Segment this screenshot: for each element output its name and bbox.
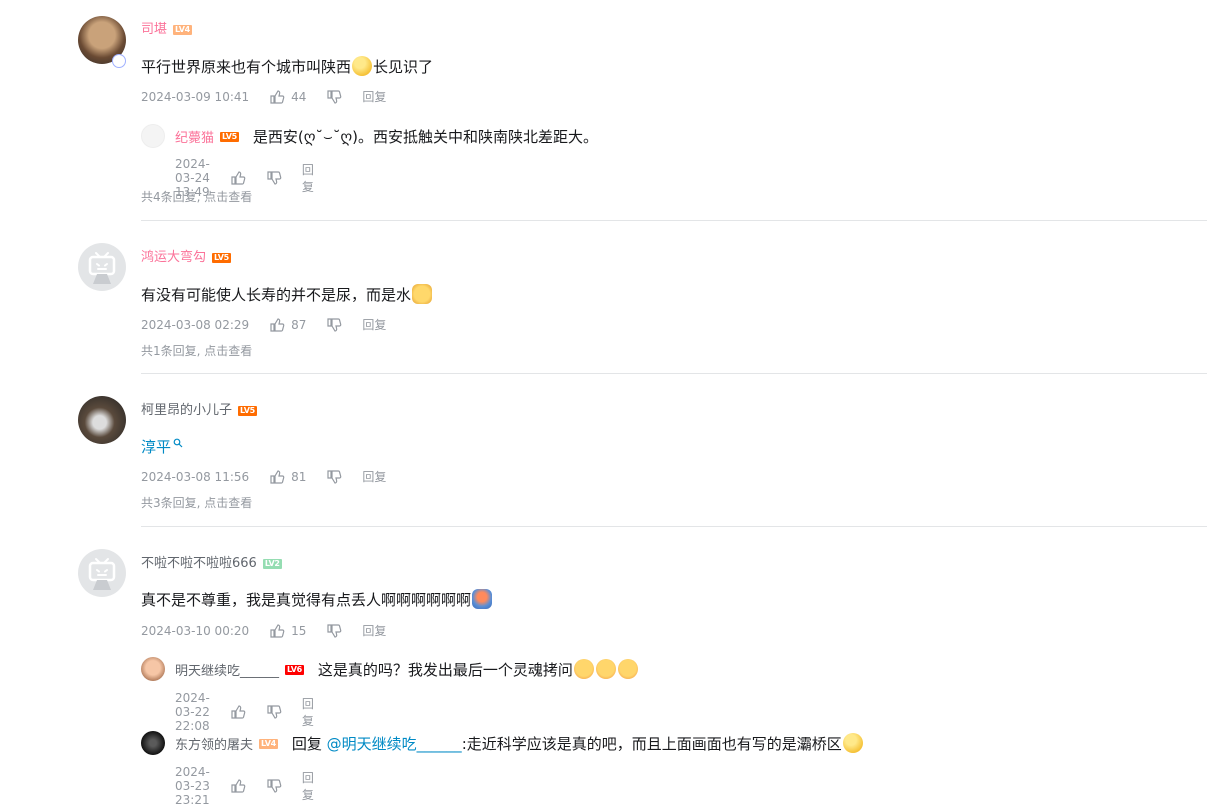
reply-button[interactable]: 回复 xyxy=(302,769,314,803)
reply-text: 是西安(ღ˘⌣˘ღ)。西安抵触关中和陕南陕北差距大。 xyxy=(252,128,599,146)
dislike-icon xyxy=(326,89,342,105)
dislike-icon xyxy=(326,623,342,639)
view-more-replies[interactable]: 共3条回复, 点击查看 xyxy=(141,494,252,511)
reply-button[interactable]: 回复 xyxy=(362,89,386,105)
comment-text: 淳平 xyxy=(141,436,183,458)
reply-avatar[interactable] xyxy=(141,657,165,681)
mention-link[interactable]: @明天继续吃______ xyxy=(327,735,462,753)
avatar[interactable] xyxy=(78,549,126,597)
search-link[interactable]: 淳平 xyxy=(141,438,171,456)
emoji-icon xyxy=(842,733,863,753)
bilibili-tv-icon xyxy=(88,252,116,284)
search-icon xyxy=(173,438,183,448)
dislike-icon[interactable] xyxy=(266,704,282,720)
timestamp: 2024-03-09 10:41 xyxy=(141,90,250,104)
level-badge: LV5 xyxy=(212,253,231,263)
level-badge: LV4 xyxy=(259,738,278,749)
emoji-icon xyxy=(617,659,638,679)
comment-meta: 2024-03-08 02:29 87 回复 xyxy=(141,317,386,333)
emoji-icon xyxy=(352,56,373,76)
like-button[interactable]: 44 xyxy=(269,89,306,105)
like-icon[interactable] xyxy=(230,778,246,794)
view-more-replies[interactable]: 共4条回复, 点击查看 xyxy=(141,188,252,205)
divider xyxy=(141,526,1207,527)
username[interactable]: 司堪 LV4 xyxy=(141,22,192,38)
reply-button[interactable]: 回复 xyxy=(302,695,314,729)
like-icon xyxy=(269,89,285,105)
reply-avatar[interactable] xyxy=(141,731,165,755)
level-badge: LV6 xyxy=(285,664,304,675)
avatar[interactable] xyxy=(78,243,126,291)
level-badge: LV5 xyxy=(238,406,257,416)
comment-meta: 2024-03-08 11:56 81 回复 xyxy=(141,469,386,485)
dislike-icon xyxy=(326,317,342,333)
reply-button[interactable]: 回复 xyxy=(362,469,386,485)
timestamp: 2024-03-10 00:20 xyxy=(141,624,250,638)
emoji-icon xyxy=(573,659,594,679)
dislike-button[interactable] xyxy=(326,89,342,105)
like-button[interactable]: 87 xyxy=(269,317,306,333)
username[interactable]: 鸿运大弯勾 LV5 xyxy=(141,250,231,266)
timestamp: 2024-03-23 23:21 xyxy=(175,765,210,807)
level-badge: LV2 xyxy=(262,559,282,569)
like-button[interactable]: 81 xyxy=(269,469,306,485)
reply-button[interactable]: 回复 xyxy=(302,161,314,195)
reply-username[interactable]: 明天继续吃______ LV6 xyxy=(175,660,304,679)
comment-text: 有没有可能使人长寿的并不是尿，而是水 xyxy=(141,284,433,306)
bilibili-tv-icon xyxy=(88,558,116,590)
level-badge: LV4 xyxy=(173,25,192,35)
level-badge: LV5 xyxy=(220,131,239,142)
like-icon[interactable] xyxy=(230,170,246,186)
dislike-button[interactable] xyxy=(326,469,342,485)
verified-badge-icon xyxy=(112,54,126,68)
avatar[interactable] xyxy=(78,396,126,444)
username[interactable]: 不啦不啦不啦啦666 LV2 xyxy=(141,556,282,572)
username[interactable]: 柯里昂的小儿子 LV5 xyxy=(141,403,257,419)
emoji-icon xyxy=(412,284,433,304)
reply-username[interactable]: 纪薨猫 LV5 xyxy=(175,127,239,146)
reply-text: 这是真的吗？我发出最后一个灵魂拷问 xyxy=(318,659,639,680)
view-more-replies[interactable]: 共1条回复, 点击查看 xyxy=(141,342,252,359)
reply-avatar[interactable] xyxy=(141,124,165,148)
like-button[interactable]: 15 xyxy=(269,623,306,639)
reply-username[interactable]: 东方领的屠夫 LV4 xyxy=(175,734,278,753)
like-icon xyxy=(269,469,285,485)
reply-button[interactable]: 回复 xyxy=(362,623,386,639)
reply-button[interactable]: 回复 xyxy=(362,317,386,333)
like-icon xyxy=(269,623,285,639)
like-icon xyxy=(269,317,285,333)
timestamp: 2024-03-22 22:08 xyxy=(175,691,210,733)
emoji-icon xyxy=(595,659,616,679)
comment-meta: 2024-03-10 00:20 15 回复 xyxy=(141,623,386,639)
divider xyxy=(141,373,1207,374)
timestamp: 2024-03-08 02:29 xyxy=(141,318,250,332)
divider xyxy=(141,220,1207,221)
dislike-icon[interactable] xyxy=(266,170,282,186)
dislike-button[interactable] xyxy=(326,623,342,639)
reply-text: 回复 @明天继续吃______:走近科学应该是真的吧，而且上面画面也有写的是灞桥… xyxy=(292,733,864,754)
comment-meta: 2024-03-09 10:41 44 回复 xyxy=(141,89,386,105)
comment-text: 真不是不尊重，我是真觉得有点丢人啊啊啊啊啊啊 xyxy=(141,589,493,611)
dislike-button[interactable] xyxy=(326,317,342,333)
dislike-icon xyxy=(326,469,342,485)
like-icon[interactable] xyxy=(230,704,246,720)
timestamp: 2024-03-08 11:56 xyxy=(141,470,250,484)
dislike-icon[interactable] xyxy=(266,778,282,794)
emoji-icon xyxy=(472,589,493,609)
comment-text: 平行世界原来也有个城市叫陕西 长见识了 xyxy=(141,56,434,76)
